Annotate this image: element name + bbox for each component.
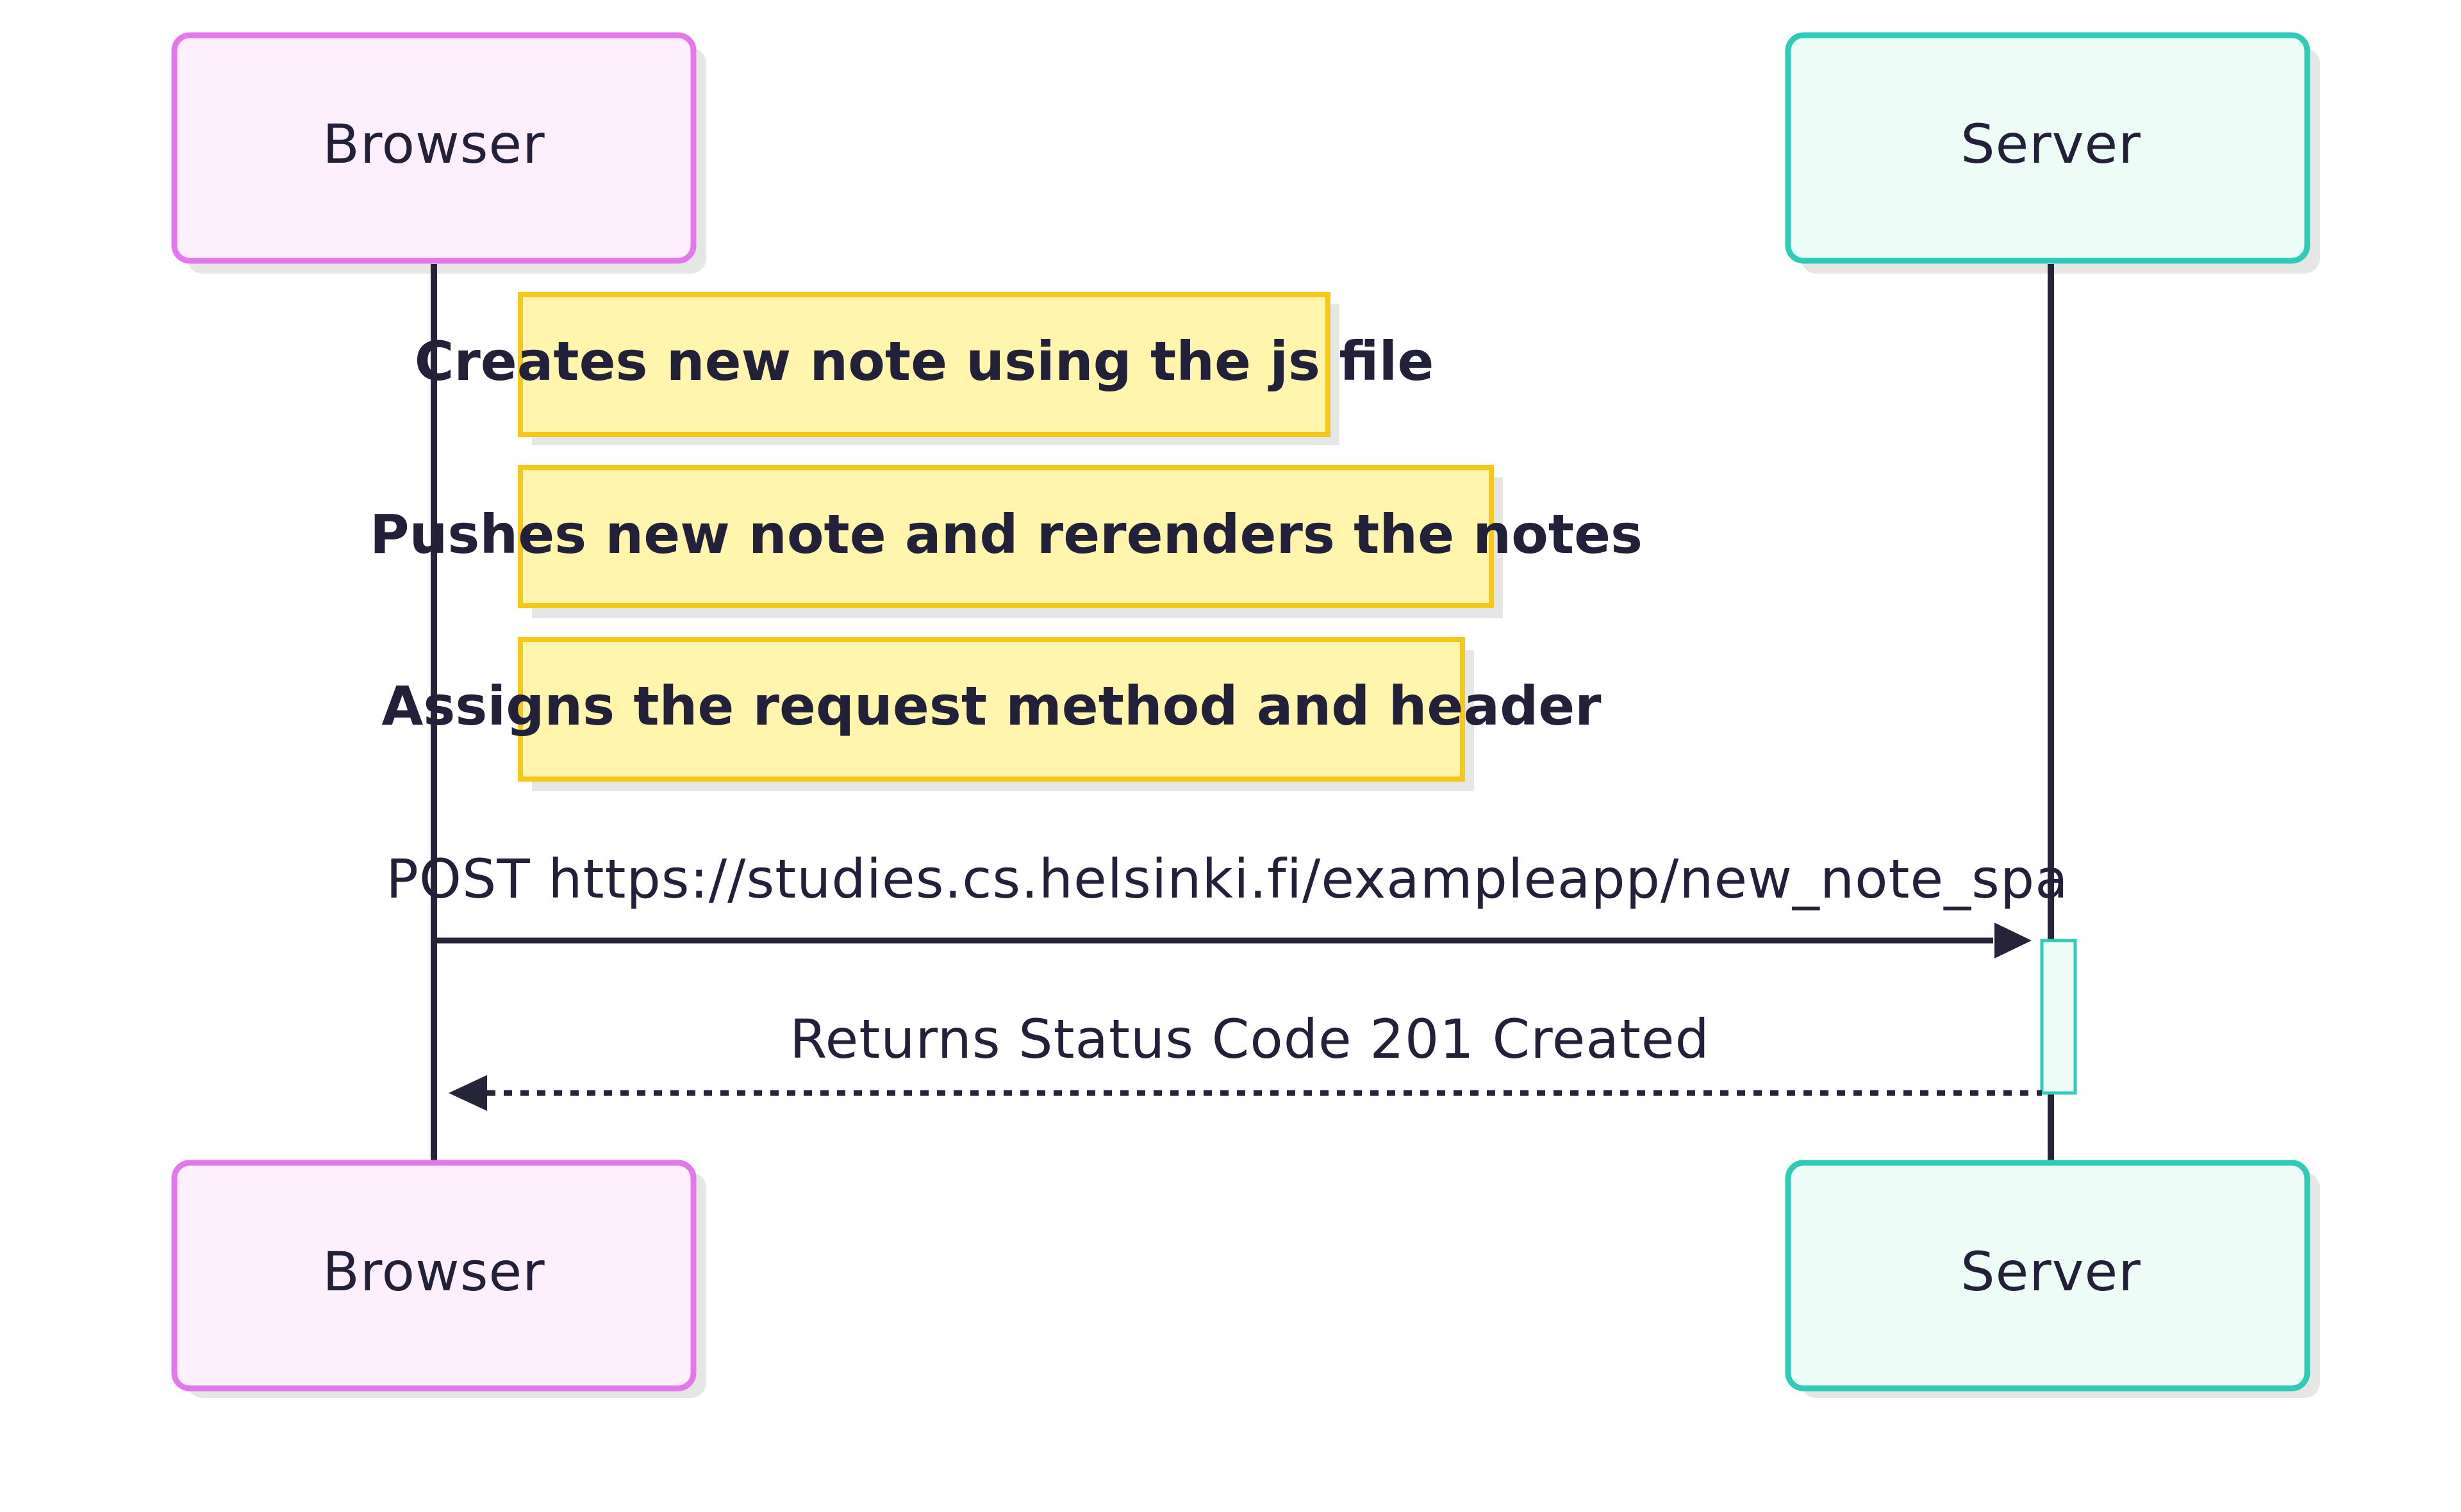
participant-server-top[interactable]: Server xyxy=(1785,32,2310,264)
browser-label-top: Browser xyxy=(322,113,545,176)
note-1-text: Creates new note using the js file xyxy=(415,330,1434,393)
note-2: Pushes new note and rerenders the notes xyxy=(370,465,1643,608)
server-label-bottom: Server xyxy=(1960,1240,2141,1303)
browser-label-bottom: Browser xyxy=(322,1240,545,1303)
note-3-text: Assigns the request method and header xyxy=(381,675,1602,737)
sequence-diagram: Browser Server Creates new note using th… xyxy=(171,32,2320,1398)
note-3: Assigns the request method and header xyxy=(381,637,1602,782)
response-label: Returns Status Code 201 Created xyxy=(790,1008,1710,1071)
participant-server-bottom[interactable]: Server xyxy=(1785,1160,2310,1392)
server-activation-bar xyxy=(2040,939,2077,1095)
note-1: Creates new note using the js file xyxy=(415,292,1434,437)
participant-browser-top[interactable]: Browser xyxy=(171,32,697,264)
participant-browser-bottom[interactable]: Browser xyxy=(171,1160,697,1392)
request-arrowhead xyxy=(1994,923,2032,958)
server-label-top: Server xyxy=(1960,113,2141,176)
note-2-text: Pushes new note and rerenders the notes xyxy=(370,503,1643,566)
response-arrowhead xyxy=(449,1075,487,1111)
request-label: POST https://studies.cs.helsinki.fi/exam… xyxy=(386,848,2068,910)
response-message: Returns Status Code 201 Created xyxy=(449,1008,2042,1111)
request-message: POST https://studies.cs.helsinki.fi/exam… xyxy=(386,848,2068,958)
